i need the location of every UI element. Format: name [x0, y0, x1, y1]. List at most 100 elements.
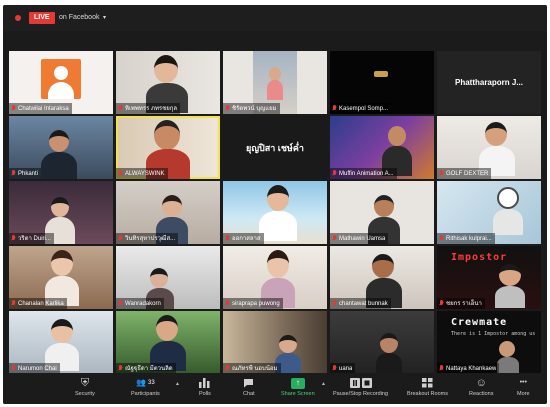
muted-mic-icon — [118, 105, 123, 112]
participant-count: 33 — [148, 380, 155, 386]
participants-button[interactable]: 👥 33 Participants — [131, 376, 160, 399]
polls-icon — [199, 376, 210, 390]
toolbar-label: Reactions — [469, 391, 494, 397]
chat-button[interactable]: Chat — [243, 376, 255, 399]
chat-icon — [243, 376, 254, 390]
chevron-up-icon[interactable]: ▲ — [175, 381, 180, 387]
participant-tile[interactable]: uana — [330, 311, 434, 374]
participant-tile-active-speaker[interactable]: ALWAYSWINK — [116, 116, 220, 179]
muted-mic-icon — [439, 170, 444, 177]
breakout-rooms-button[interactable]: Breakout Rooms — [407, 376, 448, 399]
participant-name: Wanradakorn — [125, 300, 161, 307]
toolbar-label: More — [517, 391, 530, 397]
more-icon: ••• — [519, 379, 527, 386]
participant-name: ALWAYSWINK — [125, 170, 165, 177]
participant-tile[interactable]: Impostor ชยกร ราเอ็นา — [437, 246, 541, 309]
muted-mic-icon — [332, 300, 337, 307]
participant-name: ชิรัตพวน์ บุญแยม — [232, 105, 277, 112]
participant-tile[interactable]: Mathawin Uamsa — [330, 181, 434, 244]
participant-name-card: Phattharaporn J... — [454, 78, 523, 87]
participant-tile[interactable]: Phattharaporn J... — [437, 51, 541, 114]
muted-mic-icon — [11, 170, 16, 177]
reactions-button[interactable]: ☺ Reactions — [469, 376, 493, 399]
more-button[interactable]: ••• More — [517, 376, 530, 399]
participant-name: Narumon Chai — [18, 365, 57, 372]
pause-stop-icon — [349, 376, 372, 390]
muted-mic-icon — [225, 105, 230, 112]
chevron-down-icon[interactable]: ▾ — [103, 13, 106, 23]
participant-name: Mathawin Uamsa — [339, 235, 386, 242]
muted-mic-icon — [11, 235, 16, 242]
chevron-up-icon[interactable]: ▲ — [321, 381, 326, 387]
participant-tile[interactable]: Chanalan Karlika — [9, 246, 113, 309]
impostor-banner: Impostor — [451, 252, 508, 263]
participant-name: GOLF DEXTER — [446, 170, 489, 177]
meeting-toolbar: ⛨ Security 👥 33 Participants ▲ Polls Chat… — [3, 373, 547, 404]
toolbar-label: Breakout Rooms — [407, 391, 448, 397]
participant-name: Phkanti — [18, 170, 39, 177]
muted-mic-icon — [118, 300, 123, 307]
crewmate-subtitle: There is 1 Impostor among us — [451, 331, 536, 337]
live-badge[interactable]: LIVE — [29, 12, 55, 24]
participant-name: ณภัทรพี นอบน้อม — [232, 365, 278, 372]
live-destination[interactable]: on Facebook — [59, 13, 99, 23]
participant-tile[interactable]: หิเพพทรร ภทรชยกุล — [116, 51, 220, 114]
participant-name: Muffin Animation A... — [339, 170, 394, 177]
participant-tile[interactable]: Phkanti — [9, 116, 113, 179]
participant-tile[interactable]: Chatwilai Intaraksa — [9, 51, 113, 114]
participant-name: ชยกร ราเอ็นา — [446, 300, 482, 307]
participant-tile[interactable]: Muffin Animation A... — [330, 116, 434, 179]
toolbar-label: Chat — [243, 391, 255, 397]
recording-indicator-icon — [15, 15, 21, 21]
muted-mic-icon — [332, 105, 337, 112]
participant-tile[interactable]: GOLF DEXTER — [437, 116, 541, 179]
participant-tile[interactable]: ออกาสลาส — [223, 181, 327, 244]
participant-tile[interactable]: Wanradakorn — [116, 246, 220, 309]
participant-tile[interactable]: ณัฐฐุธีดา มีตวนลิด — [116, 311, 220, 374]
participant-name: ณัฐฐุธีดา มีตวนลิด — [125, 365, 173, 372]
toolbar-label: Pause/Stop Recording — [333, 391, 389, 397]
muted-mic-icon — [332, 365, 337, 372]
muted-mic-icon — [225, 300, 230, 307]
muted-mic-icon — [11, 365, 16, 372]
participants-icon: 👥 — [136, 378, 147, 387]
participant-name-card: ยุญปิสา เชษ์ค่ำ — [246, 142, 304, 153]
security-button[interactable]: ⛨ Security — [75, 376, 95, 399]
participant-tile[interactable]: Kasempol Somp... — [330, 51, 434, 114]
muted-mic-icon — [118, 170, 123, 177]
participant-tile[interactable]: ณภัทรพี นอบน้อม — [223, 311, 327, 374]
muted-mic-icon — [225, 235, 230, 242]
participant-name: Chanalan Karlika — [18, 300, 64, 307]
participant-tile[interactable]: ชิรัตพวน์ บุญแยม — [223, 51, 327, 114]
muted-mic-icon — [225, 365, 230, 372]
muted-mic-icon — [11, 300, 16, 307]
participant-name: chantawat bunnak — [339, 300, 388, 307]
participant-tile[interactable]: Rithisak kulprai... — [437, 181, 541, 244]
muted-mic-icon — [332, 170, 337, 177]
participant-tile[interactable]: Narumon Chai — [9, 311, 113, 374]
participant-name: Nattaya Khankaew — [446, 365, 497, 372]
share-screen-icon: ↑ — [290, 377, 305, 389]
polls-button[interactable]: Polls — [199, 376, 211, 399]
participant-name: ออกาสลาส — [232, 235, 261, 242]
zoom-window: LIVE on Facebook ▾ Chatwilai Intaraksa ห… — [3, 5, 547, 404]
share-screen-button[interactable]: ↑ Share Screen — [281, 376, 315, 399]
participant-tile[interactable]: วริตา Duiri... — [9, 181, 113, 244]
toolbar-label: Participants — [131, 391, 160, 397]
toolbar-label: Share Screen — [281, 391, 315, 397]
participant-name: Kasempol Somp... — [339, 105, 389, 112]
toolbar-label: Security — [75, 391, 95, 397]
participant-name: หิเพพทรร ภทรชยกุล — [125, 105, 178, 112]
muted-mic-icon — [439, 365, 444, 372]
gallery-view: Chatwilai Intaraksa หิเพพทรร ภทรชยกุล ชิ… — [9, 51, 542, 374]
participant-tile[interactable]: Crewmate There is 1 Impostor among us Na… — [437, 311, 541, 374]
muted-mic-icon — [332, 235, 337, 242]
participant-tile[interactable]: siraprapa puwong — [223, 246, 327, 309]
participant-name: วินทิรสุหาปรวุฒีส... — [125, 235, 176, 242]
participant-tile[interactable]: chantawat bunnak — [330, 246, 434, 309]
breakout-rooms-icon — [421, 376, 433, 390]
participant-tile[interactable]: วินทิรสุหาปรวุฒีส... — [116, 181, 220, 244]
participant-name: Rithisak kulprai... — [446, 235, 492, 242]
pause-stop-recording-button[interactable]: Pause/Stop Recording — [333, 376, 388, 399]
participant-tile[interactable]: ยุญปิสา เชษ์ค่ำ — [223, 116, 327, 179]
